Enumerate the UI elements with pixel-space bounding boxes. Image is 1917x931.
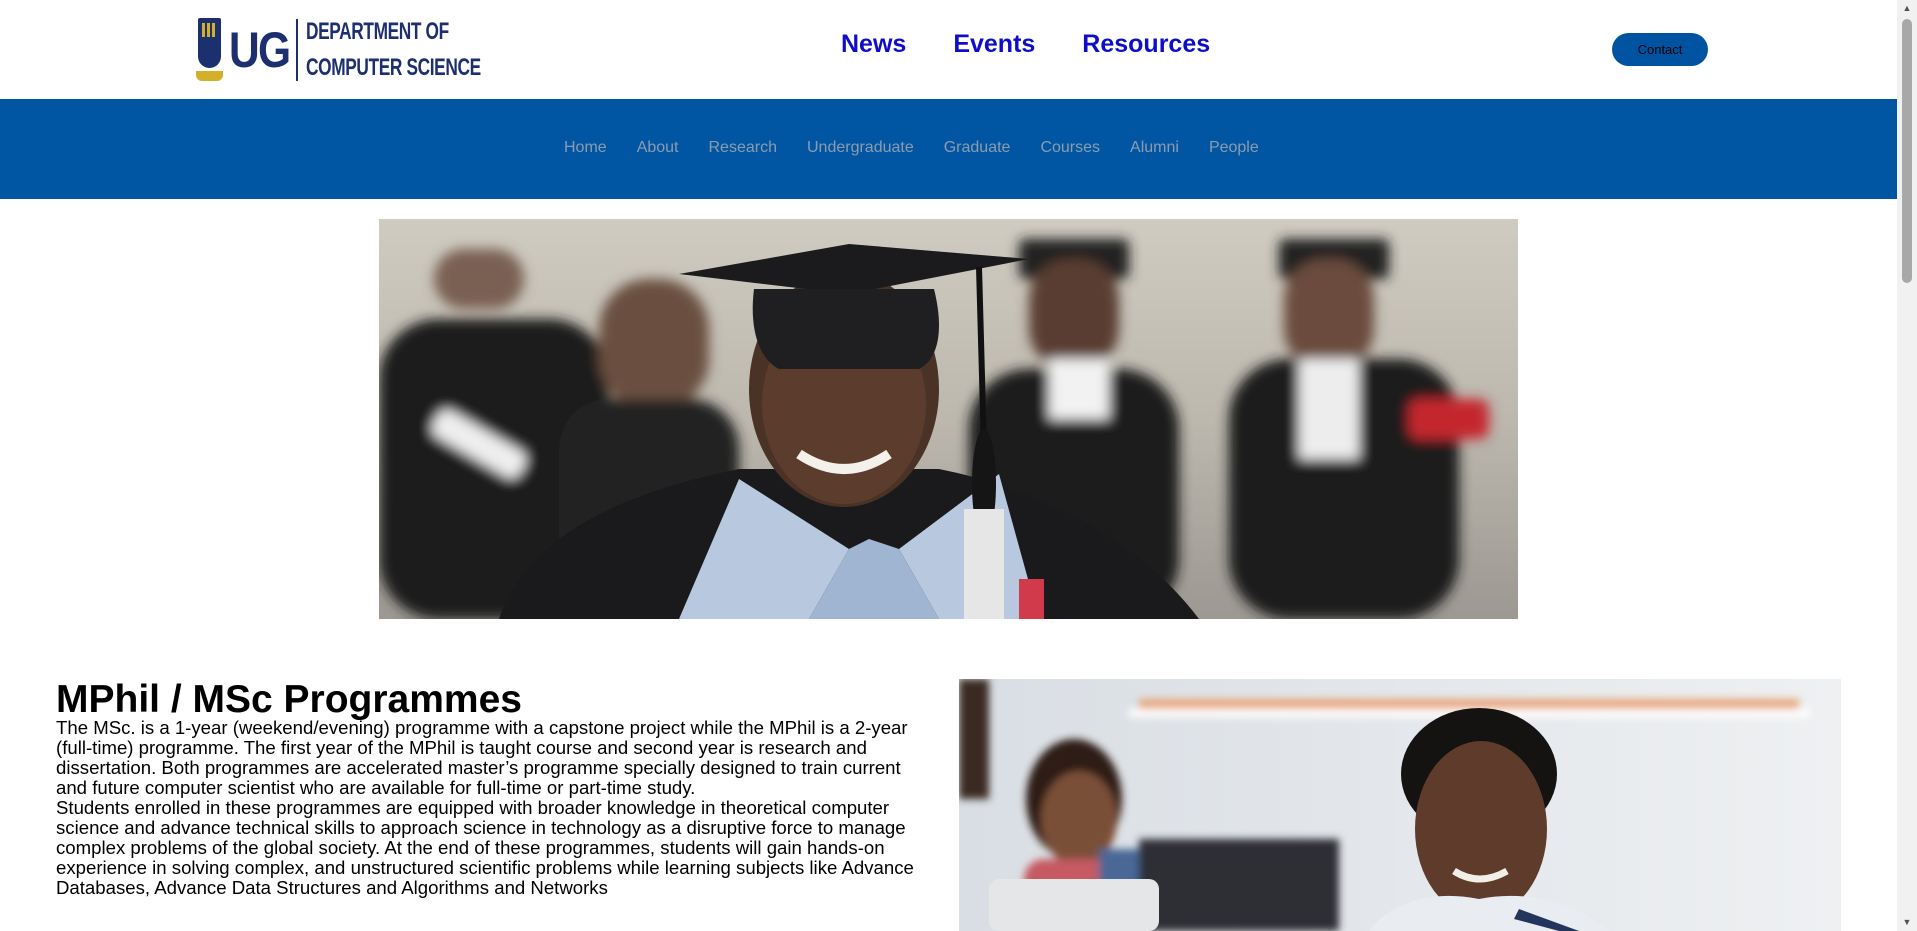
nav-item-undergraduate[interactable]: Undergraduate [807, 139, 914, 157]
nav-item-courses[interactable]: Courses [1040, 139, 1100, 157]
programme-paragraph-1: The MSc. is a 1-year (weekend/evening) p… [56, 717, 908, 798]
logo-line-1: DEPARTMENT OF [306, 18, 449, 45]
section-title: MPhil / MSc Programmes [56, 678, 522, 721]
main-nav: Home About Research Undergraduate Gradua… [564, 139, 1259, 157]
site-header: UG DEPARTMENT OF COMPUTER SCIENCE News E… [0, 0, 1897, 99]
contact-button[interactable]: Contact [1612, 33, 1708, 66]
nav-item-about[interactable]: About [637, 139, 679, 157]
hero-graduate-photo [379, 219, 1518, 619]
university-crest-icon [196, 15, 223, 85]
nav-item-home[interactable]: Home [564, 139, 607, 157]
logo-divider [296, 19, 298, 81]
logo-wordmark: DEPARTMENT OF COMPUTER SCIENCE [306, 14, 481, 86]
top-nav-resources[interactable]: Resources [1082, 30, 1210, 59]
students-laptop-photo [959, 679, 1841, 931]
logo-line-2: COMPUTER SCIENCE [306, 54, 481, 81]
top-nav: News Events Resources [841, 30, 1210, 59]
nav-item-people[interactable]: People [1209, 139, 1259, 157]
section-body: The MSc. is a 1-year (weekend/evening) p… [56, 718, 936, 898]
top-nav-events[interactable]: Events [953, 30, 1035, 59]
programme-paragraph-2: Students enrolled in these programmes ar… [56, 797, 914, 898]
logo-mark: UG [229, 22, 291, 78]
page: UG DEPARTMENT OF COMPUTER SCIENCE News E… [0, 0, 1897, 931]
scroll-down-icon[interactable]: ▼ [1897, 914, 1917, 931]
nav-item-research[interactable]: Research [709, 139, 777, 157]
scrollbar-thumb[interactable] [1902, 19, 1912, 283]
page-scrollbar[interactable]: ▲ ▼ [1897, 0, 1917, 931]
main-nav-band: Home About Research Undergraduate Gradua… [0, 99, 1897, 199]
top-nav-news[interactable]: News [841, 30, 906, 59]
department-logo[interactable]: UG DEPARTMENT OF COMPUTER SCIENCE [196, 13, 549, 87]
scroll-up-icon[interactable]: ▲ [1897, 0, 1917, 17]
nav-item-alumni[interactable]: Alumni [1130, 139, 1179, 157]
nav-item-graduate[interactable]: Graduate [944, 139, 1011, 157]
